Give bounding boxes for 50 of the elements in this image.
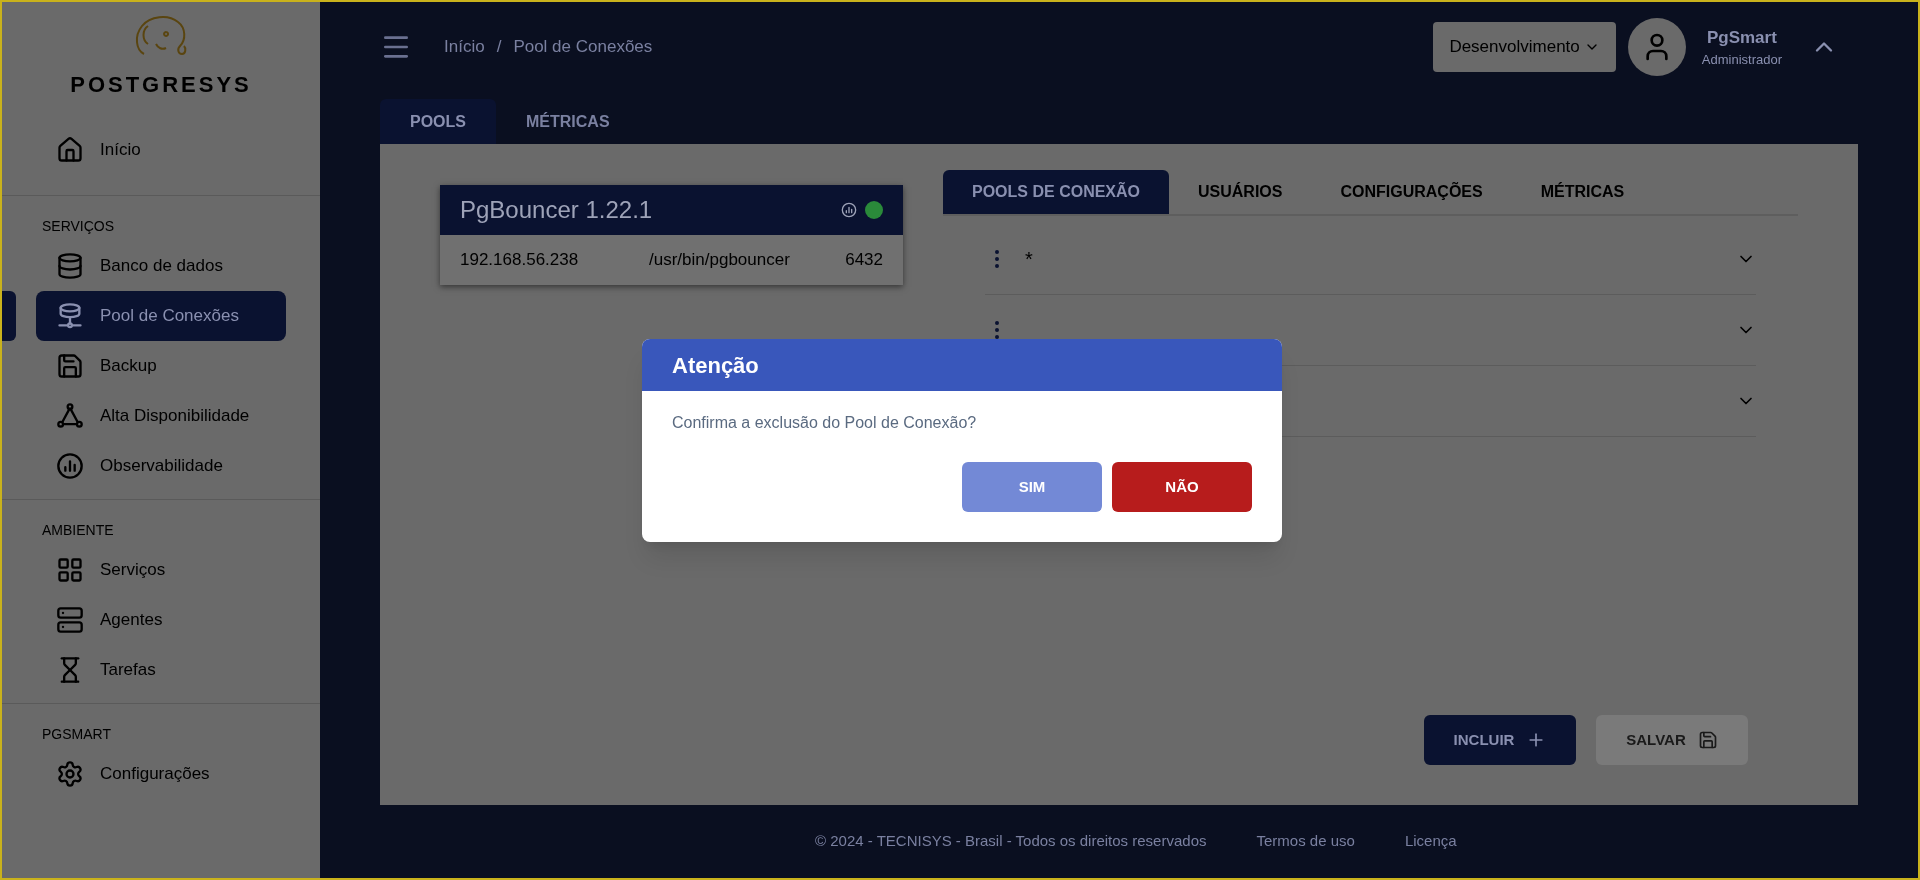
- section-heading: AMBIENTE: [41, 521, 115, 540]
- sidebar-item[interactable]: Tarefas: [36, 645, 286, 695]
- page-tab[interactable]: MÉTRICAS: [496, 99, 640, 144]
- database-icon: [56, 252, 84, 280]
- active-indicator: [2, 291, 16, 341]
- user-name: PgSmart: [1706, 26, 1777, 49]
- sidebar-item[interactable]: Serviços: [36, 545, 286, 595]
- triangle-nodes-icon: [56, 402, 84, 430]
- pool-tab[interactable]: POOLS DE CONEXÃO: [943, 170, 1170, 214]
- port-number: 6432: [845, 249, 883, 272]
- server-icon: [56, 606, 84, 634]
- bar-chart-icon: [56, 452, 84, 480]
- cancel-button[interactable]: NÃO: [1112, 462, 1252, 512]
- sidebar-item[interactable]: Configurações: [36, 749, 286, 799]
- sidebar-item[interactable]: Início: [36, 125, 286, 175]
- breadcrumb-separator: /: [496, 36, 502, 59]
- environment-dropdown[interactable]: Desenvolvimento: [1433, 22, 1616, 72]
- page-tab[interactable]: POOLS: [380, 99, 496, 144]
- logo-text: POSTGRESYS: [70, 71, 252, 99]
- section-heading: SERVIÇOS: [41, 217, 116, 236]
- sidebar-item[interactable]: Alta Disponibilidade: [36, 391, 286, 441]
- settings-icon: [56, 760, 84, 788]
- sidebar-item[interactable]: Observabilidade: [36, 441, 286, 491]
- pool-tab[interactable]: CONFIGURAÇÕES: [1311, 170, 1512, 214]
- pool-row[interactable]: *: [985, 224, 1756, 295]
- pool-tab[interactable]: MÉTRICAS: [1511, 170, 1654, 214]
- sidebar-item[interactable]: Agentes: [36, 595, 286, 645]
- user-role: Administrador: [1701, 51, 1782, 69]
- sidebar-item[interactable]: Pool de Conexões: [36, 291, 286, 341]
- grid-icon: [56, 556, 84, 584]
- copyright-text: © 2024 - TECNISYS - Brasil - Todos os direitos reservados: [815, 831, 1207, 852]
- confirm-button[interactable]: SIM: [962, 462, 1102, 512]
- pool-tab[interactable]: USUÁRIOS: [1169, 170, 1312, 214]
- sidebar-item[interactable]: Backup: [36, 341, 286, 391]
- dialog-title: Atenção: [672, 351, 759, 380]
- database-network-icon: [56, 302, 84, 330]
- footer-link[interactable]: Licença: [1404, 830, 1457, 853]
- card-title: PgBouncer 1.22.1: [460, 195, 654, 225]
- binary-path: /usr/bin/pgbouncer: [649, 249, 791, 272]
- home-icon: [56, 136, 84, 164]
- section-heading: PGSMART: [41, 725, 112, 744]
- chart-icon[interactable]: [841, 202, 857, 218]
- footer-link[interactable]: Termos de uso: [1256, 830, 1355, 853]
- dialog-message: Confirma a exclusão do Pool de Conexão?: [671, 413, 978, 433]
- breadcrumb-link[interactable]: Início: [444, 34, 485, 60]
- sidebar-item[interactable]: Banco de dados: [36, 241, 286, 291]
- host-address: 192.168.56.238: [460, 249, 580, 272]
- action-button[interactable]: INCLUIR: [1424, 715, 1576, 765]
- breadcrumb-current: Pool de Conexões: [513, 36, 653, 59]
- pool-name: *: [1025, 247, 1034, 272]
